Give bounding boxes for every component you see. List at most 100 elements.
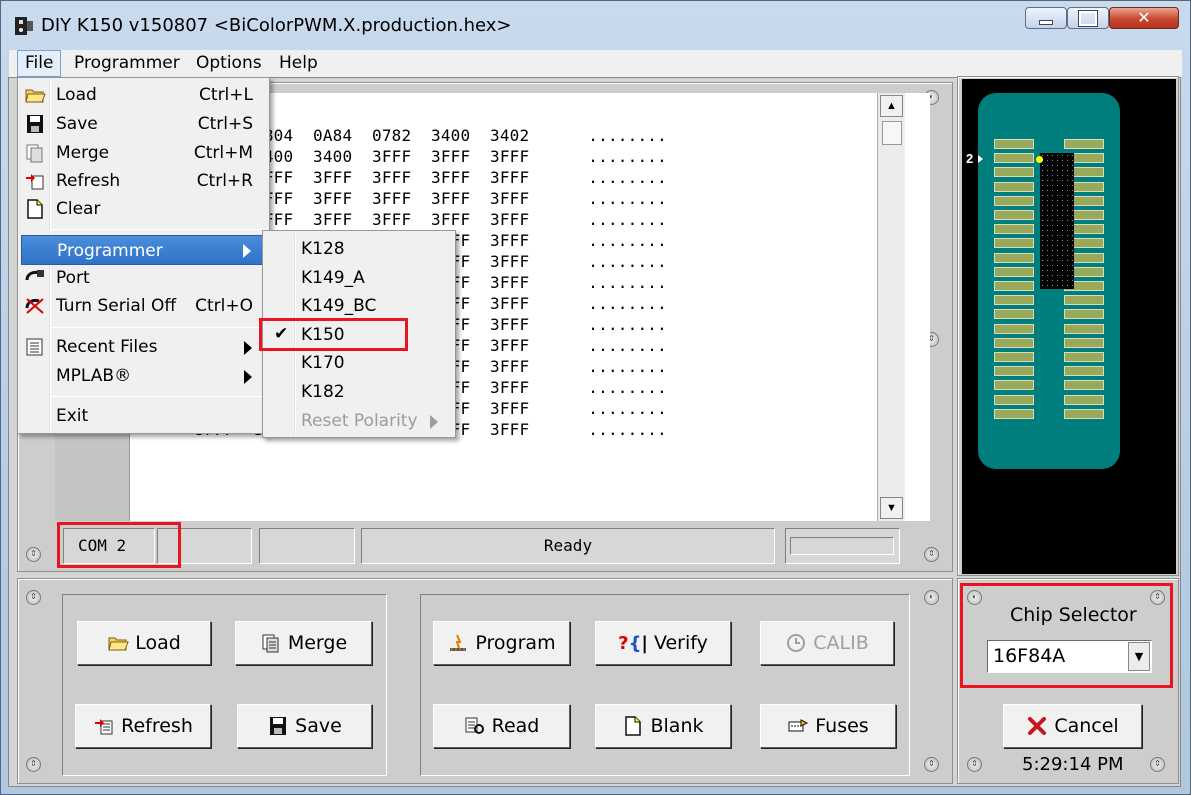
program-button-label: Program <box>475 632 556 654</box>
menu-item-refresh[interactable]: Refresh Ctrl+R <box>21 168 266 195</box>
verify-icon: ?{| <box>618 632 648 654</box>
socket-pin-right <box>1064 295 1104 306</box>
menu-item-merge[interactable]: Merge Ctrl+M <box>21 140 266 167</box>
merge-button[interactable]: Merge <box>235 621 372 665</box>
file-menu: Load Ctrl+L Save Ctrl+S Merge Ctrl+M Ref… <box>17 77 270 434</box>
load-button[interactable]: Load <box>77 621 211 665</box>
submenu-item-k128[interactable]: K128 <box>266 236 452 263</box>
submenu-item-label: K149_BC <box>301 296 377 316</box>
read-button[interactable]: Read <box>433 704 570 748</box>
menu-item-load[interactable]: Load Ctrl+L <box>21 82 266 109</box>
pin-label: 2 <box>966 151 974 166</box>
menu-item-turn-serial-off[interactable]: Turn Serial Off Ctrl+O <box>21 293 266 320</box>
submenu-item-k170[interactable]: K170 <box>266 350 452 377</box>
socket-pin-right <box>1064 139 1104 149</box>
scroll-thumb[interactable] <box>882 121 902 145</box>
status-port: COM 2 <box>63 528 155 564</box>
menu-item-save[interactable]: Save Ctrl+S <box>21 111 266 138</box>
menu-item-clear[interactable]: Clear <box>21 196 266 223</box>
socket-pin-left <box>994 238 1034 249</box>
read-icon <box>465 717 484 734</box>
cancel-x-icon <box>1028 717 1047 735</box>
menu-file[interactable]: File <box>17 50 62 77</box>
menu-item-label: Refresh <box>56 171 121 191</box>
cancel-button[interactable]: Cancel <box>1003 704 1142 748</box>
scroll-up-button[interactable]: ▲ <box>880 95 903 117</box>
splitter-handle-chip-left[interactable]: ◐ <box>967 590 982 605</box>
socket-pin-right <box>1064 337 1104 348</box>
menu-help[interactable]: Help <box>272 50 325 77</box>
submenu-item-label: K128 <box>301 239 345 259</box>
submenu-item-k150[interactable]: ✔ K150 <box>266 322 452 349</box>
save-button[interactable]: Save <box>237 704 372 748</box>
status-message: Ready <box>361 528 775 564</box>
socket-pin-left <box>994 167 1034 178</box>
submenu-item-k182[interactable]: K182 <box>266 379 452 406</box>
socket-pin-left <box>994 366 1034 377</box>
maximize-icon <box>1068 8 1108 28</box>
splitter-handle-bottom-left-top[interactable]: ⇕ <box>26 590 41 605</box>
socket-pin-left <box>994 281 1034 291</box>
scroll-down-button[interactable]: ▼ <box>880 497 903 519</box>
submenu-item-reset-polarity[interactable]: Reset Polarity <box>266 408 452 435</box>
close-icon: ✕ <box>1137 10 1151 27</box>
menu-item-port[interactable]: Port <box>21 265 266 292</box>
menu-options[interactable]: Options <box>189 50 269 77</box>
submenu-arrow-icon <box>243 244 251 258</box>
program-button[interactable]: Program <box>433 621 570 665</box>
status-cell-2 <box>157 528 252 564</box>
socket-pin-left <box>994 195 1034 206</box>
menu-item-label: Turn Serial Off <box>56 296 177 316</box>
checkmark-icon: ✔ <box>274 324 289 344</box>
menu-programmer[interactable]: Programmer <box>67 50 187 77</box>
chip-selector-value: 16F84A <box>993 645 1066 667</box>
read-button-label: Read <box>491 715 540 737</box>
pin1-indicator <box>1036 156 1043 163</box>
status-cell-3 <box>259 528 355 564</box>
refresh-button[interactable]: Refresh <box>75 704 211 748</box>
socket-pin-left <box>994 352 1034 362</box>
menu-item-label: Exit <box>56 406 89 426</box>
title-bar[interactable]: DIY K150 v150807 <BiColorPWM.X.productio… <box>1 1 1190 51</box>
verify-button-label: Verify <box>653 632 708 654</box>
minimize-button[interactable] <box>1025 7 1067 29</box>
menu-item-label: Recent Files <box>56 337 158 357</box>
submenu-item-k149-bc[interactable]: K149_BC <box>266 293 452 320</box>
menu-item-recent-files[interactable]: Recent Files <box>21 334 266 361</box>
maximize-button[interactable] <box>1067 7 1109 29</box>
splitter-handle-chip-bottom-right[interactable]: ⇕ <box>1150 757 1165 772</box>
splitter-handle-status-left[interactable]: ⇕ <box>26 547 41 562</box>
submenu-item-k149-a[interactable]: K149_A <box>266 265 452 292</box>
menu-item-mplab[interactable]: MPLAB® <box>21 363 266 390</box>
socket-pin-left <box>994 309 1034 320</box>
chip-selector-label: Chip Selector <box>1010 604 1137 626</box>
chip-selector-dropdown[interactable]: 16F84A ▼ <box>987 640 1152 673</box>
splitter-handle-bottom-left-bottom[interactable]: ⇕ <box>26 757 41 772</box>
socket-pin-right <box>1064 394 1104 405</box>
socket-pin-left <box>994 337 1034 348</box>
blank-button[interactable]: Blank <box>595 704 731 748</box>
blank-page-icon <box>625 716 642 736</box>
splitter-handle-chip-bottom-left[interactable]: ⇕ <box>967 757 982 772</box>
close-button[interactable]: ✕ <box>1109 7 1179 29</box>
program-icon <box>450 634 467 651</box>
fuses-button[interactable]: Fuses <box>760 704 896 748</box>
submenu-item-label: K170 <box>301 353 345 373</box>
calib-button[interactable]: CALIB <box>760 621 894 665</box>
splitter-handle-status-right[interactable]: ⇕ <box>924 547 939 562</box>
refresh-icon <box>95 719 113 735</box>
submenu-item-label: Reset Polarity <box>301 411 418 431</box>
verify-button[interactable]: ?{| Verify <box>595 621 731 665</box>
floppy-disk-icon <box>270 717 287 735</box>
menu-item-programmer[interactable]: Programmer <box>21 235 266 265</box>
splitter-handle-chip-right[interactable]: ⇕ <box>1150 590 1165 605</box>
submenu-arrow-icon <box>244 370 252 384</box>
submenu-arrow-icon <box>244 341 252 355</box>
chevron-down-icon[interactable]: ▼ <box>1128 642 1150 671</box>
hex-scrollbar[interactable]: ▲ ▼ <box>877 93 905 521</box>
splitter-handle-bottom-right-bottom[interactable]: ⇕ <box>924 757 939 772</box>
splitter-handle-bottom-right-top[interactable]: ◐ <box>924 590 939 605</box>
menu-shortcut: Ctrl+L <box>199 85 253 105</box>
serial-off-icon <box>25 298 44 314</box>
menu-item-exit[interactable]: Exit <box>21 403 266 430</box>
